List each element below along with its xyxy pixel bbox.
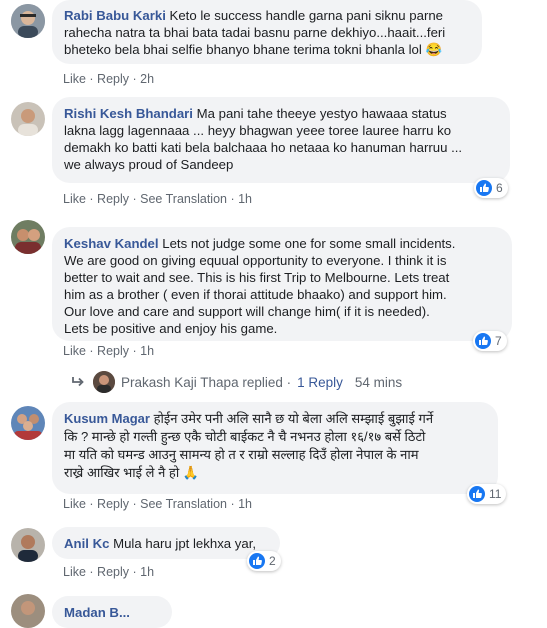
reply-link[interactable]: Reply [97, 72, 129, 86]
reply-verb: replied [242, 374, 283, 390]
like-link[interactable]: Like [63, 497, 86, 511]
thumbs-up-icon [469, 486, 485, 502]
reply-arrow-icon [72, 377, 84, 387]
view-replies-link[interactable]: Prakash Kaji Thapa replied · 1 Reply 54 mi… [71, 370, 402, 394]
comment-author[interactable]: Anil Kc [64, 536, 109, 551]
comment-time[interactable]: 2h [140, 72, 154, 86]
thumbs-up-icon [475, 333, 491, 349]
like-link[interactable]: Like [63, 344, 86, 358]
comment-actions: Like · Reply · 1h [63, 565, 155, 579]
reply-link[interactable]: Reply [97, 497, 129, 511]
thumbs-up-icon [476, 180, 492, 196]
thumbs-up-icon [249, 553, 265, 569]
avatar[interactable] [11, 102, 45, 136]
comment-bubble: Kusum Magar होईन उमेर पनी अलि सानै छ यो … [52, 402, 498, 494]
comment-text: Mula haru jpt lekhxa yar, [113, 536, 257, 551]
comment-time[interactable]: 1h [238, 497, 252, 511]
reply-author: Prakash Kaji Thapa [121, 374, 239, 390]
avatar-photo-icon [11, 4, 45, 38]
comment-text: Lets not judge some one for some small i… [64, 236, 456, 336]
comment-bubble: Rishi Kesh Bhandari Ma pani tahe theeye … [52, 97, 510, 183]
see-translation-link[interactable]: See Translation [140, 497, 227, 511]
see-translation-link[interactable]: See Translation [140, 192, 227, 206]
comment-bubble: Keshav Kandel Lets not judge some one fo… [52, 227, 512, 341]
avatar-photo-icon [11, 406, 45, 440]
comment-bubble: Madan B... [52, 596, 172, 628]
comment-actions: Like · Reply · 1h [63, 344, 155, 358]
reply-count[interactable]: 1 Reply [297, 375, 343, 390]
comment-actions: Like · Reply · 2h [63, 72, 155, 86]
reaction-count[interactable]: 2 [247, 551, 281, 571]
avatar-photo-icon [11, 220, 45, 254]
avatar-photo-icon [11, 594, 45, 628]
comment-time[interactable]: 1h [238, 192, 252, 206]
reply-time: 54 mins [354, 374, 403, 390]
avatar-photo-icon [11, 528, 45, 562]
avatar[interactable] [11, 528, 45, 562]
like-link[interactable]: Like [63, 565, 86, 579]
avatar[interactable] [11, 4, 45, 38]
reply-link[interactable]: Reply [97, 192, 129, 206]
avatar [93, 371, 115, 393]
avatar-photo-icon [11, 102, 45, 136]
comment-author[interactable]: Rabi Babu Karki [64, 8, 166, 23]
reaction-count[interactable]: 11 [467, 484, 507, 504]
avatar[interactable] [11, 406, 45, 440]
like-link[interactable]: Like [63, 192, 86, 206]
comment-time[interactable]: 1h [140, 344, 154, 358]
comment-author[interactable]: Kusum Magar [64, 411, 150, 426]
like-link[interactable]: Like [63, 72, 86, 86]
comment-actions: Like · Reply · See Translation · 1h [63, 497, 252, 511]
comment-author[interactable]: Rishi Kesh Bhandari [64, 106, 193, 121]
reaction-count[interactable]: 6 [474, 178, 508, 198]
avatar[interactable] [11, 220, 45, 254]
comment-time[interactable]: 1h [140, 565, 154, 579]
comment-bubble: Anil Kc Mula haru jpt lekhxa yar, [52, 527, 280, 559]
comment-bubble: Rabi Babu Karki Keto le success handle g… [52, 0, 482, 64]
reply-link[interactable]: Reply [97, 344, 129, 358]
comment-author[interactable]: Keshav Kandel [64, 236, 159, 251]
avatar[interactable] [11, 594, 45, 628]
avatar-photo-icon [93, 371, 115, 393]
reply-link[interactable]: Reply [97, 565, 129, 579]
comment-author[interactable]: Madan B... [64, 605, 130, 620]
comment-actions: Like · Reply · See Translation · 1h [63, 192, 252, 206]
reaction-count[interactable]: 7 [473, 331, 507, 351]
